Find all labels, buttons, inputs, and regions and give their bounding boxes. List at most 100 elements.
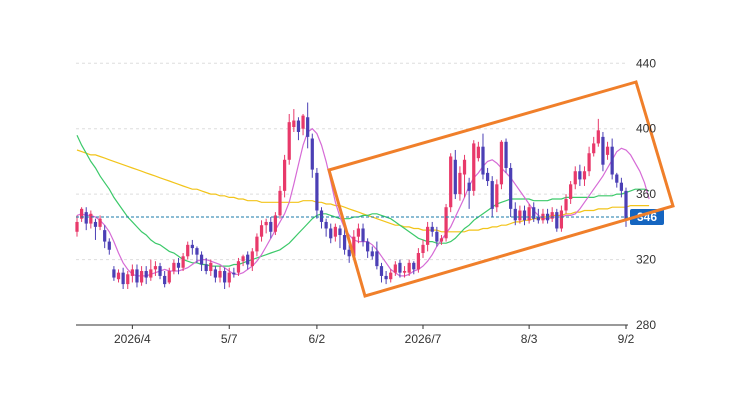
candle-body bbox=[453, 159, 457, 195]
candle-body bbox=[592, 143, 596, 154]
candle bbox=[430, 221, 434, 237]
candle bbox=[361, 223, 365, 247]
candlestick-chart: 346 280 320 360 400 440 2026/4 5/7 6/2 2026/7 8/3… bbox=[75, 56, 675, 346]
candle bbox=[306, 102, 310, 149]
candle-body bbox=[458, 172, 462, 195]
candle-body bbox=[569, 184, 573, 200]
candle-body bbox=[467, 182, 471, 191]
candle-body bbox=[601, 136, 605, 165]
candle-body bbox=[582, 171, 587, 180]
candle-body bbox=[361, 228, 365, 242]
candle bbox=[476, 141, 480, 162]
candle-body bbox=[333, 226, 337, 237]
candle bbox=[163, 271, 167, 288]
candle-body bbox=[158, 266, 162, 276]
moving-average-lines bbox=[76, 127, 650, 277]
y-tick-label: 400 bbox=[636, 122, 656, 136]
candle-body bbox=[499, 141, 504, 185]
candle-body bbox=[435, 231, 439, 242]
x-tick-label: 5/7 bbox=[221, 332, 238, 346]
candle-body bbox=[379, 266, 384, 276]
candle bbox=[592, 136, 596, 157]
candle-body bbox=[610, 146, 614, 175]
candle-body bbox=[624, 190, 628, 219]
candle bbox=[370, 246, 374, 260]
candle-body bbox=[107, 241, 111, 250]
candle-body bbox=[116, 272, 121, 280]
candle-body bbox=[472, 143, 476, 191]
candle-body bbox=[573, 171, 577, 185]
candle bbox=[499, 140, 504, 190]
candle bbox=[190, 239, 194, 255]
candle-body bbox=[615, 174, 619, 183]
candle bbox=[389, 269, 393, 283]
candle bbox=[559, 205, 564, 232]
candle-body bbox=[513, 208, 517, 221]
candle bbox=[282, 154, 287, 198]
candle bbox=[246, 251, 250, 270]
y-tick-label: 440 bbox=[636, 56, 656, 70]
candle-body bbox=[310, 138, 314, 170]
candle bbox=[458, 166, 462, 201]
candle-body bbox=[375, 251, 379, 267]
candle-body bbox=[209, 262, 213, 272]
x-tick-label: 6/2 bbox=[309, 332, 326, 346]
candle-body bbox=[306, 117, 310, 137]
candle-body bbox=[342, 235, 347, 250]
candle bbox=[98, 215, 102, 231]
y-tick-label: 280 bbox=[636, 318, 656, 332]
candle-body bbox=[282, 159, 287, 191]
candle bbox=[89, 210, 93, 229]
candle bbox=[255, 233, 259, 257]
candle-body bbox=[264, 221, 268, 226]
candle bbox=[273, 212, 277, 236]
candle bbox=[324, 218, 328, 237]
candle-body bbox=[430, 226, 434, 232]
candle bbox=[453, 149, 457, 200]
candle bbox=[269, 217, 273, 239]
candle-body bbox=[490, 181, 494, 209]
candle-body bbox=[232, 272, 236, 275]
candle-body bbox=[84, 212, 88, 224]
candle-body bbox=[181, 256, 185, 268]
candle bbox=[319, 207, 324, 229]
candle bbox=[158, 262, 162, 280]
candle bbox=[236, 257, 241, 276]
candle-body bbox=[329, 228, 333, 239]
candle bbox=[485, 167, 490, 186]
candle-body bbox=[241, 256, 245, 262]
candle-body bbox=[555, 212, 559, 229]
candle-body bbox=[126, 274, 130, 285]
candle-body bbox=[176, 262, 181, 268]
y-tick-label: 320 bbox=[636, 253, 656, 267]
candle-body bbox=[370, 251, 374, 257]
candle-body bbox=[236, 261, 241, 273]
candle-body bbox=[559, 210, 564, 229]
candle-body bbox=[518, 210, 522, 221]
candle bbox=[522, 205, 527, 226]
candle-body bbox=[527, 207, 531, 221]
candle-body bbox=[153, 266, 158, 270]
candle-body bbox=[416, 253, 421, 270]
candle bbox=[172, 259, 176, 275]
candle bbox=[481, 133, 485, 180]
candle-body bbox=[356, 228, 361, 237]
candle bbox=[541, 208, 545, 224]
candle bbox=[379, 262, 384, 283]
candle bbox=[504, 138, 508, 173]
candle-body bbox=[402, 271, 407, 273]
candle-body bbox=[550, 212, 554, 219]
candle bbox=[333, 223, 337, 242]
candle-body bbox=[190, 244, 194, 249]
candle bbox=[218, 266, 222, 283]
candle-body bbox=[89, 213, 93, 224]
candle bbox=[467, 177, 471, 209]
candle-body bbox=[578, 171, 582, 180]
candle-body bbox=[605, 146, 610, 155]
candle bbox=[121, 267, 125, 290]
x-tick-label: 2026/4 bbox=[114, 332, 151, 346]
candle-body bbox=[227, 272, 231, 283]
candle-body bbox=[246, 254, 250, 265]
candle-body bbox=[135, 269, 139, 283]
candle-body bbox=[278, 190, 282, 216]
